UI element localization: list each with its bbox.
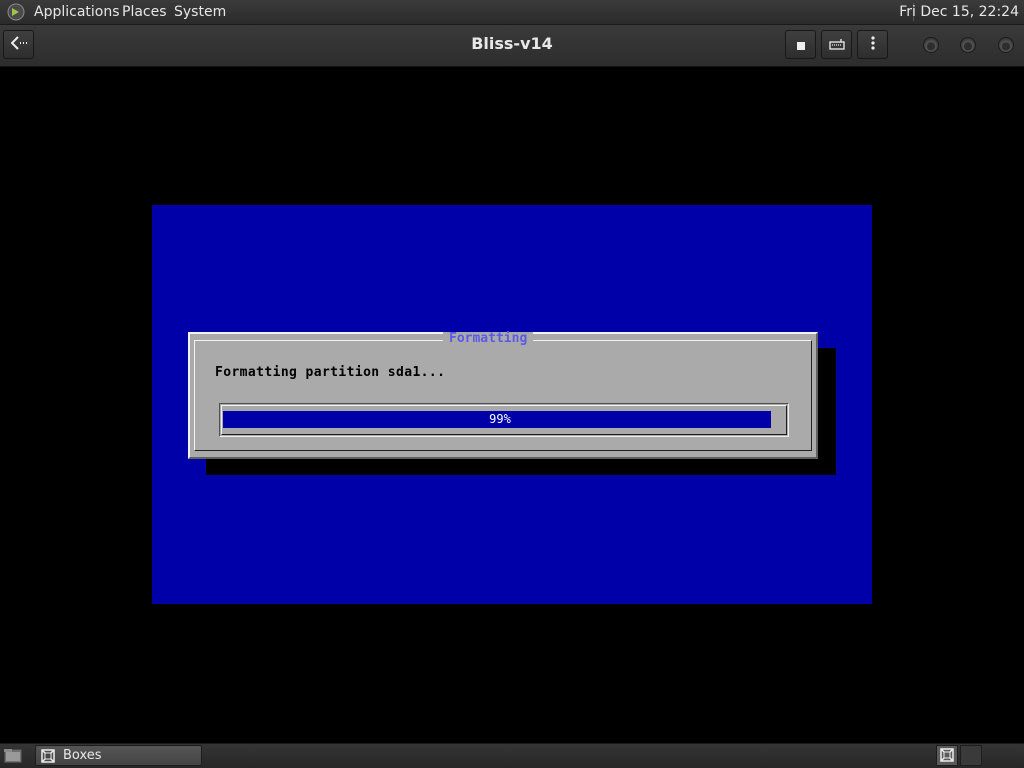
maximize-icon[interactable] bbox=[960, 37, 976, 53]
window-titlebar[interactable]: Bliss-v14 bbox=[0, 25, 1024, 67]
mate-logo-icon[interactable] bbox=[7, 3, 25, 21]
formatting-dialog: Formatting Formatting partition sda1... … bbox=[188, 332, 818, 459]
progress-bar: 99% bbox=[223, 411, 777, 428]
dialog-message: Formatting partition sda1... bbox=[215, 365, 446, 380]
progress-frame: 99% bbox=[219, 403, 789, 437]
bottom-panel: Boxes bbox=[0, 743, 1024, 768]
workspace-1[interactable] bbox=[936, 745, 958, 766]
workspace-switcher-icon bbox=[939, 747, 955, 767]
boxes-icon bbox=[40, 748, 56, 768]
keyboard-icon bbox=[828, 35, 845, 54]
keyboard-button[interactable] bbox=[821, 30, 852, 59]
close-icon[interactable] bbox=[998, 37, 1014, 53]
menu-places[interactable]: Places bbox=[122, 4, 167, 20]
menu-system[interactable]: System bbox=[174, 4, 226, 20]
workspace-2[interactable] bbox=[960, 745, 982, 766]
taskbar-item-boxes[interactable]: Boxes bbox=[35, 745, 202, 766]
menu-button[interactable] bbox=[857, 30, 888, 59]
menu-applications[interactable]: Applications bbox=[34, 4, 120, 20]
kebab-menu-icon bbox=[870, 35, 875, 54]
progress-label: 99% bbox=[489, 412, 511, 426]
stop-button[interactable] bbox=[785, 30, 816, 59]
minimize-icon[interactable] bbox=[923, 37, 939, 53]
dialog-title: Formatting bbox=[443, 332, 534, 346]
show-desktop-icon[interactable] bbox=[3, 747, 23, 768]
taskbar-item-label: Boxes bbox=[63, 748, 102, 763]
top-panel: Applications Places System Fri Dec 15, 2… bbox=[0, 0, 1024, 25]
stop-icon bbox=[796, 35, 805, 54]
clock[interactable]: Fri Dec 15, 22:24 bbox=[899, 4, 1019, 20]
